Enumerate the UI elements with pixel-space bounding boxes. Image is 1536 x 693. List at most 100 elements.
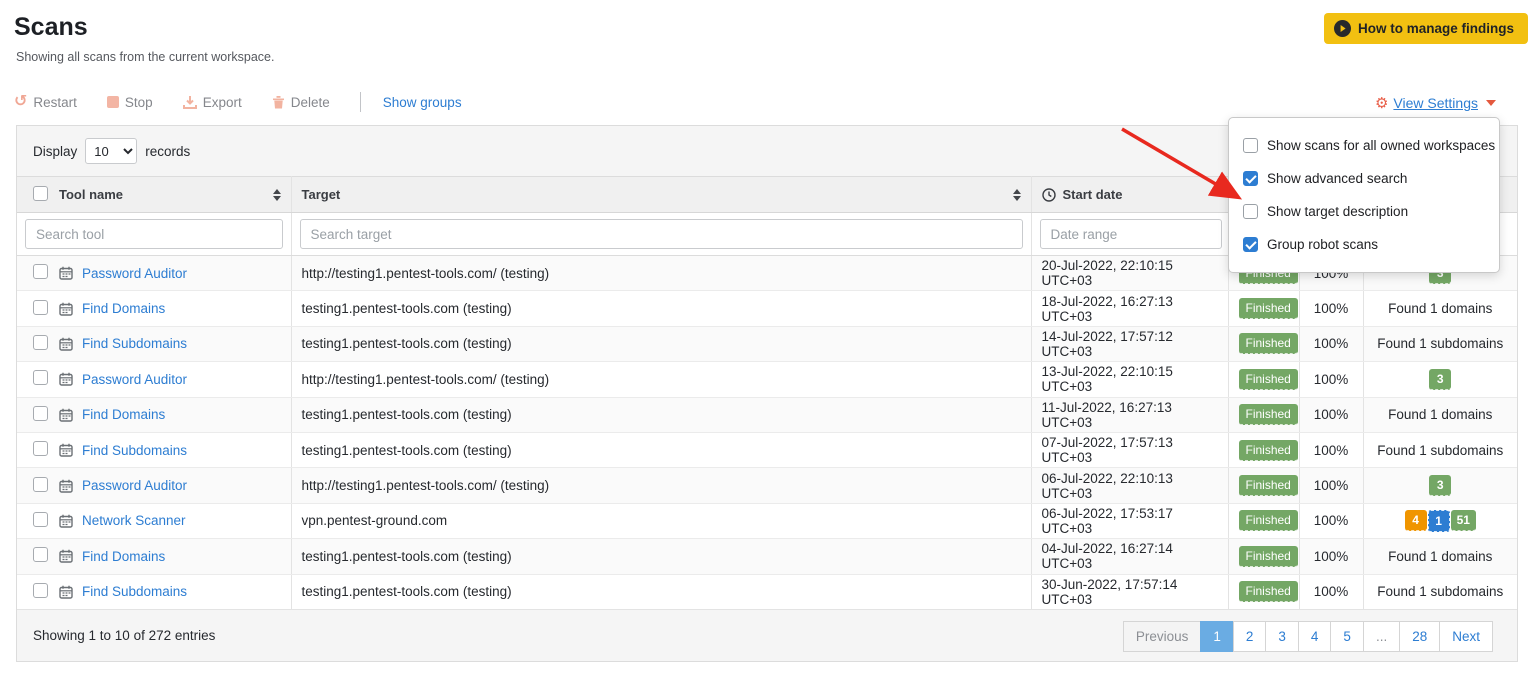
calendar-icon	[59, 549, 73, 563]
sort-icon[interactable]	[1013, 189, 1021, 201]
checkbox-unchecked-icon[interactable]	[1243, 138, 1258, 153]
table-row: Network Scanner vpn.pentest-ground.com 0…	[17, 503, 1517, 538]
scan-progress: 100%	[1299, 432, 1363, 467]
table-row: Password Auditor http://testing1.pentest…	[17, 362, 1517, 397]
pagination-next-button[interactable]: Next	[1439, 621, 1493, 652]
scan-tool-link[interactable]: Find Domains	[82, 407, 165, 422]
menu-item-label: Group robot scans	[1267, 237, 1378, 252]
stop-label: Stop	[125, 95, 153, 110]
scan-progress: 100%	[1299, 539, 1363, 574]
findings-high-badge[interactable]: 4	[1405, 510, 1427, 531]
help-button-label: How to manage findings	[1358, 21, 1514, 36]
row-checkbox[interactable]	[33, 547, 48, 562]
restart-icon: ↺	[14, 94, 27, 110]
column-header-tool-name[interactable]: Tool name	[49, 177, 291, 213]
row-checkbox[interactable]	[33, 300, 48, 315]
select-all-checkbox[interactable]	[33, 186, 48, 201]
gear-icon: ⚙	[1375, 96, 1388, 111]
pagination-page-28[interactable]: 28	[1399, 621, 1440, 652]
scan-start-date: 13-Jul-2022, 22:10:15 UTC+03	[1031, 362, 1228, 397]
scan-start-date: 30-Jun-2022, 17:57:14 UTC+03	[1031, 574, 1228, 609]
calendar-icon	[59, 302, 73, 316]
view-settings-link[interactable]: ⚙ View Settings	[1375, 95, 1496, 111]
menu-item-group-robot-scans[interactable]: Group robot scans	[1243, 228, 1485, 261]
row-checkbox[interactable]	[33, 406, 48, 421]
table-row: Password Auditor http://testing1.pentest…	[17, 468, 1517, 503]
scan-start-date: 06-Jul-2022, 22:10:13 UTC+03	[1031, 468, 1228, 503]
sort-icon[interactable]	[273, 189, 281, 201]
checkbox-unchecked-icon[interactable]	[1243, 204, 1258, 219]
scan-target: http://testing1.pentest-tools.com/ (test…	[291, 256, 1031, 291]
scan-tool-link[interactable]: Password Auditor	[82, 266, 187, 281]
calendar-icon	[59, 266, 73, 280]
scan-start-date: 11-Jul-2022, 16:27:13 UTC+03	[1031, 397, 1228, 432]
menu-item-show-all-workspaces[interactable]: Show scans for all owned workspaces	[1243, 129, 1485, 162]
records-per-page-select[interactable]: 10	[85, 138, 137, 164]
status-badge: Finished	[1239, 298, 1298, 319]
pagination-page-4[interactable]: 4	[1298, 621, 1332, 652]
pagination-page-1[interactable]: 1	[1200, 621, 1234, 652]
findings-text: Found 1 domains	[1388, 549, 1492, 564]
scan-tool-link[interactable]: Password Auditor	[82, 478, 187, 493]
row-checkbox[interactable]	[33, 370, 48, 385]
column-header-start-date[interactable]: Start date	[1031, 177, 1228, 213]
menu-item-label: Show advanced search	[1267, 171, 1407, 186]
checkbox-checked-icon[interactable]	[1243, 237, 1258, 252]
row-checkbox[interactable]	[33, 441, 48, 456]
status-badge: Finished	[1239, 369, 1298, 390]
scan-target: testing1.pentest-tools.com (testing)	[291, 574, 1031, 609]
menu-item-show-advanced-search[interactable]: Show advanced search	[1243, 162, 1485, 195]
status-badge: Finished	[1239, 333, 1298, 354]
pagination-page-2[interactable]: 2	[1233, 621, 1267, 652]
scan-target: http://testing1.pentest-tools.com/ (test…	[291, 468, 1031, 503]
scan-tool-link[interactable]: Password Auditor	[82, 372, 187, 387]
findings-low-badge[interactable]: 51	[1451, 510, 1476, 531]
date-range-input[interactable]	[1040, 219, 1222, 249]
row-checkbox[interactable]	[33, 512, 48, 527]
findings-info-badge[interactable]: 1	[1428, 510, 1450, 532]
scan-start-date: 14-Jul-2022, 17:57:12 UTC+03	[1031, 326, 1228, 361]
view-settings-dropdown: Show scans for all owned workspaces Show…	[1228, 117, 1500, 273]
records-label: records	[145, 144, 190, 159]
export-button[interactable]: Export	[183, 95, 242, 110]
row-checkbox[interactable]	[33, 477, 48, 492]
scan-start-date: 07-Jul-2022, 17:57:13 UTC+03	[1031, 432, 1228, 467]
scan-tool-link[interactable]: Find Subdomains	[82, 336, 187, 351]
chevron-down-icon	[1486, 100, 1496, 106]
search-tool-input[interactable]	[25, 219, 283, 249]
scan-tool-link[interactable]: Find Domains	[82, 301, 165, 316]
table-row: Find Domains testing1.pentest-tools.com …	[17, 539, 1517, 574]
column-header-target[interactable]: Target	[291, 177, 1031, 213]
restart-button[interactable]: ↺ Restart	[14, 94, 77, 110]
show-groups-link[interactable]: Show groups	[383, 95, 462, 110]
display-label: Display	[33, 144, 77, 159]
scan-start-date: 04-Jul-2022, 16:27:14 UTC+03	[1031, 539, 1228, 574]
trash-icon	[272, 95, 285, 109]
row-checkbox[interactable]	[33, 264, 48, 279]
calendar-icon	[59, 372, 73, 386]
stop-button[interactable]: Stop	[107, 95, 153, 110]
menu-item-show-target-description[interactable]: Show target description	[1243, 195, 1485, 228]
pagination-page-3[interactable]: 3	[1265, 621, 1299, 652]
how-to-manage-findings-button[interactable]: How to manage findings	[1324, 13, 1528, 44]
row-checkbox[interactable]	[33, 335, 48, 350]
status-badge: Finished	[1239, 510, 1298, 531]
scan-target: testing1.pentest-tools.com (testing)	[291, 539, 1031, 574]
scan-tool-link[interactable]: Find Subdomains	[82, 443, 187, 458]
pagination-page-5[interactable]: 5	[1330, 621, 1364, 652]
checkbox-checked-icon[interactable]	[1243, 171, 1258, 186]
findings-count-badge[interactable]: 3	[1429, 475, 1451, 496]
scan-tool-link[interactable]: Network Scanner	[82, 513, 186, 528]
search-target-input[interactable]	[300, 219, 1023, 249]
status-badge: Finished	[1239, 440, 1298, 461]
findings-count-badge[interactable]: 3	[1429, 369, 1451, 390]
delete-button[interactable]: Delete	[272, 95, 330, 110]
scan-start-date: 06-Jul-2022, 17:53:17 UTC+03	[1031, 503, 1228, 538]
pagination-previous-button[interactable]: Previous	[1123, 621, 1202, 652]
row-checkbox[interactable]	[33, 583, 48, 598]
scan-tool-link[interactable]: Find Domains	[82, 549, 165, 564]
scan-tool-link[interactable]: Find Subdomains	[82, 584, 187, 599]
page-title: Scans	[14, 13, 88, 42]
scan-progress: 100%	[1299, 503, 1363, 538]
scan-target: testing1.pentest-tools.com (testing)	[291, 326, 1031, 361]
